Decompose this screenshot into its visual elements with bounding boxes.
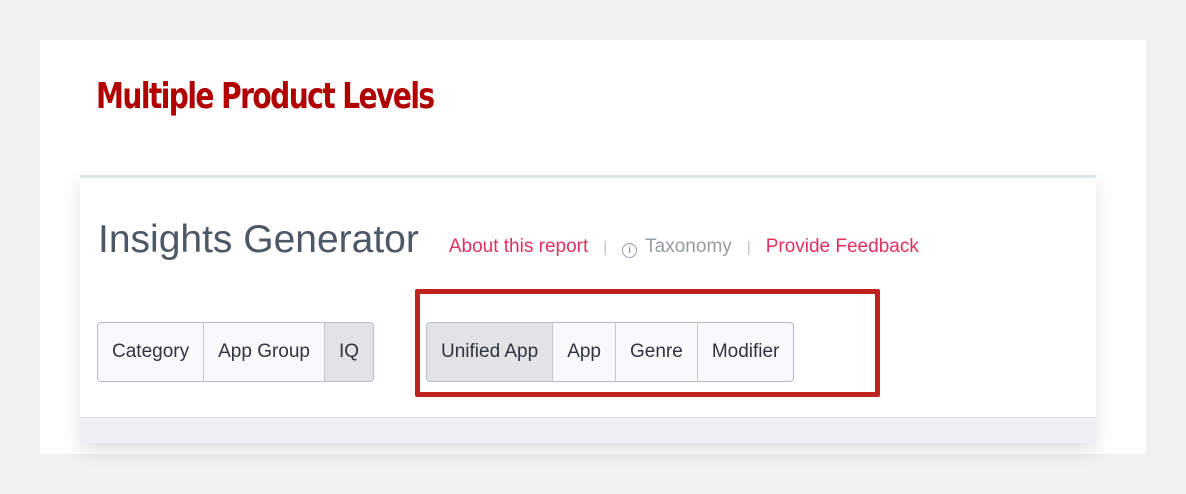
level-button-app-group[interactable]: App Group [204, 323, 326, 381]
page-title: Insights Generator [98, 218, 419, 261]
level-button-genre[interactable]: Genre [616, 323, 698, 381]
slide-title: Multiple Product Levels [96, 76, 435, 117]
taxonomy-link[interactable]: i Taxonomy [622, 236, 732, 258]
about-report-link[interactable]: About this report [449, 236, 588, 258]
level-button-app[interactable]: App [553, 323, 616, 381]
level-button-category[interactable]: Category [98, 323, 205, 381]
level-selector-right: Unified App App Genre Modifier [426, 322, 795, 382]
link-separator: | [603, 239, 608, 256]
panel-footer [80, 417, 1096, 443]
level-selector-left: Category App Group IQ [97, 322, 375, 382]
level-button-iq[interactable]: IQ [325, 323, 374, 381]
level-button-modifier[interactable]: Modifier [698, 323, 794, 381]
taxonomy-label: Taxonomy [645, 236, 732, 257]
info-icon: i [622, 243, 638, 258]
report-header: Insights Generator About this report | i… [98, 215, 919, 265]
provide-feedback-link[interactable]: Provide Feedback [766, 236, 919, 258]
link-separator: | [746, 239, 751, 256]
report-panel: Insights Generator About this report | i… [80, 175, 1096, 443]
level-button-unified-app[interactable]: Unified App [427, 323, 554, 381]
